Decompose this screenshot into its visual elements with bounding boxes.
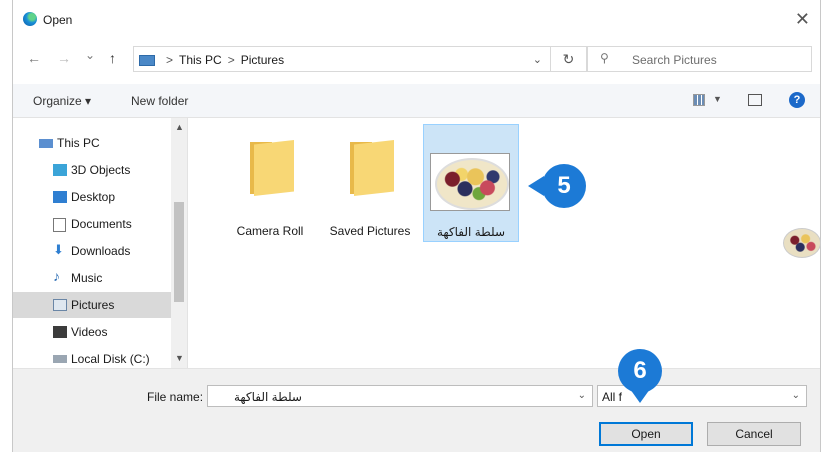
sidebar-item-videos[interactable]: Videos — [13, 319, 171, 345]
file-name: سلطة الفاكهة — [436, 225, 506, 239]
search-placeholder: Search Pictures — [632, 53, 717, 67]
download-icon: ⬇ — [53, 242, 64, 257]
scroll-down-icon[interactable]: ▼ — [175, 353, 184, 363]
breadcrumb: > This PC > Pictures — [160, 53, 284, 67]
step-5-marker: 5 — [528, 164, 586, 208]
scrollbar-thumb[interactable] — [174, 202, 184, 302]
sidebar-item-this-pc[interactable]: This PC — [13, 130, 171, 156]
view-options-icon[interactable] — [693, 94, 705, 106]
window-title: Open — [43, 13, 73, 27]
sidebar-item-3d-objects[interactable]: 3D Objects — [13, 157, 171, 183]
dialog-footer: File name: سلطة الفاكهة ⌄ All f ⌄ Open C… — [13, 368, 820, 452]
computer-icon — [139, 55, 155, 66]
sidebar-item-label: This PC — [57, 136, 100, 150]
up-arrow-icon[interactable]: ↑ — [109, 50, 116, 66]
folder-icon — [244, 140, 296, 196]
folder-icon — [344, 140, 396, 196]
preview-thumbnail — [783, 228, 821, 258]
recent-locations-icon[interactable]: ⌄ — [85, 48, 95, 62]
preview-pane-icon[interactable] — [748, 94, 762, 106]
video-icon — [53, 326, 67, 338]
view-dropdown-icon[interactable]: ▼ — [713, 94, 722, 104]
command-toolbar: Organize ▾ New folder ▼ ? — [13, 84, 820, 118]
computer-icon — [39, 139, 53, 148]
pictures-icon — [53, 299, 67, 311]
search-input[interactable]: ⚲ Search Pictures — [587, 46, 812, 72]
sidebar-item-desktop[interactable]: Desktop — [13, 184, 171, 210]
breadcrumb-separator: > — [166, 53, 174, 67]
file-name-field[interactable]: سلطة الفاكهة ⌄ — [207, 385, 593, 407]
file-name-value: سلطة الفاكهة — [233, 390, 302, 404]
refresh-button[interactable]: ↻ — [551, 46, 587, 72]
title-bar: Open ✕ — [13, 0, 820, 38]
cube-icon — [53, 164, 67, 176]
navigation-bar: ← → ⌄ ↑ > This PC > Pictures ⌄ ↻ ⚲ Search P… — [13, 42, 820, 78]
sidebar-item-documents[interactable]: Documents — [13, 211, 171, 237]
cancel-button[interactable]: Cancel — [707, 422, 801, 446]
sidebar-scrollbar[interactable]: ▲ ▼ — [171, 118, 187, 368]
chevron-down-icon[interactable]: ⌄ — [792, 390, 800, 401]
help-icon[interactable]: ? — [789, 92, 805, 108]
music-icon: ♪ — [53, 268, 60, 284]
folder-saved-pictures[interactable]: Saved Pictures — [322, 124, 418, 242]
chevron-down-icon[interactable]: ⌄ — [578, 390, 586, 401]
folder-camera-roll[interactable]: Camera Roll — [222, 124, 318, 242]
open-dialog: Open ✕ ← → ⌄ ↑ > This PC > Pictures ⌄ ↻ ⚲ S… — [12, 0, 821, 452]
file-list: Camera Roll Saved Pictures سلطة الفاكهة — [188, 118, 821, 368]
sidebar-item-label: Desktop — [71, 190, 116, 204]
desktop-icon — [53, 191, 67, 203]
step-6-marker: 6 — [618, 349, 662, 403]
breadcrumb-pictures[interactable]: Pictures — [241, 53, 284, 67]
address-dropdown-icon[interactable]: ⌄ — [533, 53, 542, 66]
sidebar-item-label: 3D Objects — [71, 163, 131, 177]
breadcrumb-separator: > — [227, 53, 235, 67]
file-name: Saved Pictures — [329, 224, 411, 238]
address-bar[interactable]: > This PC > Pictures ⌄ — [133, 46, 551, 72]
organize-button[interactable]: Organize ▾ — [33, 94, 91, 108]
sidebar-item-label: Pictures — [71, 298, 115, 312]
document-icon — [53, 218, 66, 232]
image-file-fruit-salad[interactable]: سلطة الفاكهة — [423, 124, 519, 242]
sidebar-item-label: Local Disk (C:) — [71, 352, 150, 366]
sidebar-item-label: Downloads — [71, 244, 131, 258]
close-button[interactable]: ✕ — [795, 9, 810, 30]
sidebar-item-downloads[interactable]: ⬇ Downloads — [13, 238, 171, 264]
disk-icon — [53, 355, 67, 363]
sidebar-item-label: Videos — [71, 325, 108, 339]
back-arrow-icon[interactable]: ← — [27, 50, 41, 66]
new-folder-button[interactable]: New folder — [131, 94, 188, 108]
sidebar-item-pictures[interactable]: Pictures — [13, 292, 171, 318]
sidebar-item-music[interactable]: ♪ Music — [13, 265, 171, 291]
file-name-label: File name: — [147, 390, 204, 404]
image-thumbnail — [430, 153, 510, 211]
file-type-value: All f — [602, 390, 623, 404]
file-name: Camera Roll — [236, 224, 304, 238]
sidebar-item-label: Documents — [71, 217, 132, 231]
open-button[interactable]: Open — [599, 422, 693, 446]
search-icon: ⚲ — [600, 51, 609, 65]
navigation-pane: This PC 3D Objects Desktop Documents ⬇ D… — [13, 118, 188, 368]
sidebar-item-label: Music — [71, 271, 103, 285]
scroll-up-icon[interactable]: ▲ — [175, 122, 184, 132]
edge-logo-icon — [23, 12, 37, 26]
breadcrumb-this-pc[interactable]: This PC — [179, 53, 222, 67]
forward-arrow-icon[interactable]: → — [57, 50, 71, 66]
